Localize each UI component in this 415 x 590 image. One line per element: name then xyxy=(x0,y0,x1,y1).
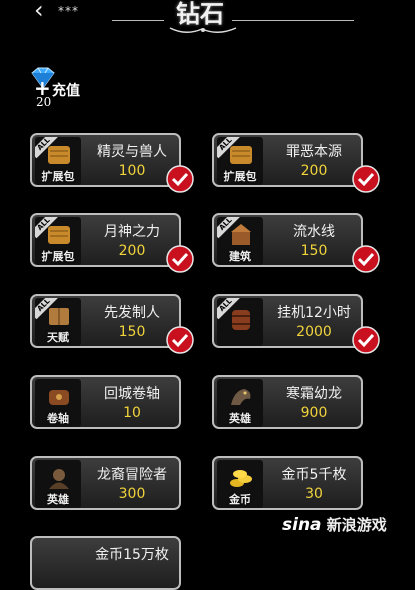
shop-item-card[interactable]: ALL 扩展包 月神之力 200 xyxy=(30,213,181,267)
purchased-check-icon xyxy=(166,165,194,193)
shop-item-card[interactable]: ALL 建筑 流水线 150 xyxy=(212,213,363,267)
recharge-button[interactable]: 充值 xyxy=(52,80,80,100)
item-name: 金币15万枚 xyxy=(95,547,169,563)
item-icon: ALL 扩展包 xyxy=(35,137,81,185)
plus-icon[interactable]: + xyxy=(34,78,51,98)
item-icon: ALL 扩展包 xyxy=(35,217,81,265)
shop-item-card[interactable]: ALL 扩展包 罪恶本源 200 xyxy=(212,133,363,187)
item-category: 金币 xyxy=(229,493,251,506)
item-price: 900 xyxy=(300,405,328,421)
item-icon: ALL 建筑 xyxy=(217,217,263,265)
item-category: 扩展包 xyxy=(41,170,75,183)
shop-item-card[interactable]: 英雄 龙裔冒险者 300 xyxy=(30,456,181,510)
item-name: 流水线 xyxy=(293,224,335,240)
item-icon: 卷轴 xyxy=(35,379,81,427)
building-icon xyxy=(231,224,251,245)
shop-item-card[interactable]: 金币 金币5千枚 30 xyxy=(212,456,363,510)
item-name: 罪恶本源 xyxy=(286,144,342,160)
dragon-icon xyxy=(231,389,251,405)
item-name: 先发制人 xyxy=(104,305,160,321)
purchased-check-icon xyxy=(352,165,380,193)
chevron-left-icon[interactable]: ‹ xyxy=(34,0,44,22)
item-category: 建筑 xyxy=(229,250,251,263)
purchased-check-icon xyxy=(352,245,380,273)
gold-coins-icon xyxy=(230,470,252,487)
title-ornament-icon xyxy=(169,27,237,33)
item-icon: ALL xyxy=(217,298,263,346)
item-price: 10 xyxy=(123,405,141,421)
scroll-icon xyxy=(49,390,69,405)
item-name: 精灵与兽人 xyxy=(97,144,167,160)
shop-item-card[interactable]: ALL 扩展包 精灵与兽人 100 xyxy=(30,133,181,187)
shop-item-card[interactable]: ALL 天赋 先发制人 150 xyxy=(30,294,181,348)
purchased-check-icon xyxy=(166,245,194,273)
item-icon: 金币 xyxy=(217,460,263,508)
item-icon: ALL 扩展包 xyxy=(217,137,263,185)
sina-watermark: sina 新浪游戏 xyxy=(282,514,387,535)
scroll-icon xyxy=(230,146,252,164)
diamond-count: 20 xyxy=(36,95,52,109)
header-divider-left xyxy=(112,20,164,21)
item-icon: 英雄 xyxy=(35,460,81,508)
item-icon: ALL 天赋 xyxy=(35,298,81,346)
item-category: 扩展包 xyxy=(41,250,75,263)
hero-icon xyxy=(49,469,69,489)
book-icon xyxy=(49,308,69,325)
masked-username: *** xyxy=(58,4,79,18)
purchased-check-icon xyxy=(352,326,380,354)
item-price: 200 xyxy=(300,163,328,179)
item-price: 30 xyxy=(305,486,323,502)
watermark-text: 新浪游戏 xyxy=(326,516,387,534)
shop-item-card[interactable]: 英雄 寒霜幼龙 900 xyxy=(212,375,363,429)
item-price: 150 xyxy=(300,243,328,259)
scroll-icon xyxy=(48,226,70,244)
item-icon: 英雄 xyxy=(217,379,263,427)
purchased-check-icon xyxy=(166,326,194,354)
item-name: 挂机12小时 xyxy=(277,305,351,321)
item-name: 金币5千枚 xyxy=(281,467,347,483)
shop-item-card[interactable]: ALL 挂机12小时 2000 xyxy=(212,294,363,348)
header-bar: ‹ *** 钻石 xyxy=(0,0,415,48)
barrel-icon xyxy=(232,310,250,330)
shop-item-card[interactable]: 卷轴 回城卷轴 10 xyxy=(30,375,181,429)
header-divider-right xyxy=(232,20,354,21)
item-name: 龙裔冒险者 xyxy=(97,467,167,483)
item-category: 卷轴 xyxy=(47,412,69,425)
item-category: 扩展包 xyxy=(223,170,257,183)
item-category: 英雄 xyxy=(47,493,69,506)
sina-logo-icon: sina xyxy=(282,515,322,535)
item-price: 300 xyxy=(118,486,146,502)
item-name: 月神之力 xyxy=(104,224,160,240)
item-name: 回城卷轴 xyxy=(104,386,160,402)
scroll-icon xyxy=(48,146,70,164)
item-price: 2000 xyxy=(296,324,332,340)
shop-item-card[interactable]: 金币15万枚 xyxy=(30,536,181,590)
item-category: 英雄 xyxy=(229,412,251,425)
item-name: 寒霜幼龙 xyxy=(286,386,342,402)
item-category: 天赋 xyxy=(47,331,69,344)
